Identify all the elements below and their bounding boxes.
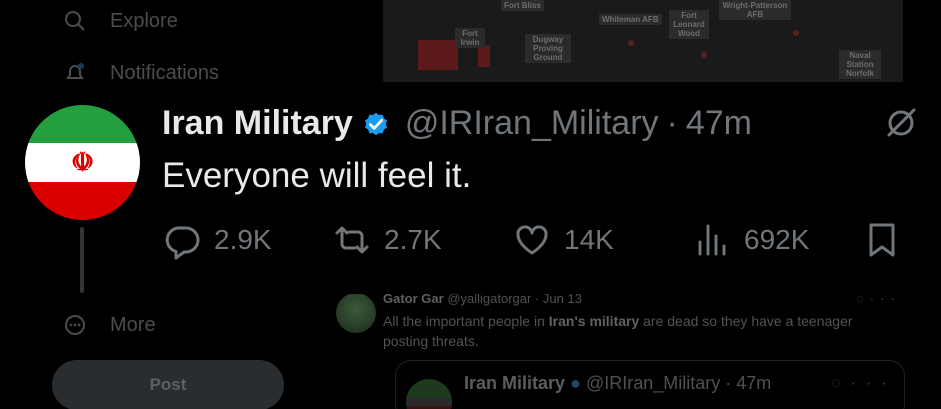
- tweet-actions: 2.9K 2.7K 14K 692K: [162, 220, 907, 264]
- repost-count: 2.7K: [384, 224, 442, 255]
- bell-icon: [62, 60, 88, 86]
- map-label: Dugway Proving Ground: [525, 34, 571, 63]
- views-count: 692K: [744, 224, 810, 255]
- repost-button[interactable]: 2.7K: [332, 220, 442, 260]
- search-icon: [62, 8, 88, 34]
- map-region: [418, 40, 458, 70]
- thread-line: [80, 227, 84, 293]
- like-count: 14K: [564, 224, 614, 255]
- tweet-header: Iran Military @IRIran_Military · 47m: [162, 104, 752, 143]
- author-name[interactable]: Iran Military: [162, 104, 353, 143]
- quote-header: Iran Military ● @IRIran_Military · 47m: [464, 373, 771, 394]
- nav-item-notifications[interactable]: Notifications: [62, 60, 219, 86]
- reply-text-part: are dead so they have a teenager: [639, 313, 853, 329]
- nav-item-explore[interactable]: Explore: [62, 8, 178, 34]
- reply-text-part: All the important people in: [383, 313, 549, 329]
- reply-text-bold: Iran's military: [548, 313, 640, 329]
- map-label: Fort Leonard Wood: [669, 10, 709, 39]
- reply-count: 2.9K: [214, 224, 272, 255]
- tweet-time[interactable]: 47m: [686, 104, 752, 143]
- post-button[interactable]: Post: [52, 360, 284, 409]
- header-separator: ·: [666, 104, 678, 142]
- map-label: Fort Irwin: [455, 28, 485, 48]
- bookmark-icon: [869, 223, 895, 257]
- map-marker: [793, 30, 799, 36]
- quote-action-icons: ◌···: [831, 375, 897, 393]
- map-label: Naval Station Norfolk: [839, 50, 881, 79]
- avatar[interactable]: ☫: [25, 105, 140, 220]
- quoted-tweet[interactable]: Iran Military ● @IRIran_Military · 47m ◌…: [395, 360, 905, 409]
- quote-separator: ·: [725, 373, 732, 393]
- nav-item-label: Notifications: [110, 61, 219, 84]
- repost-icon: [335, 226, 369, 254]
- reply-button[interactable]: 2.9K: [162, 220, 272, 260]
- map-label: Whiteman AFB: [599, 14, 662, 25]
- author-handle[interactable]: @IRIran_Military: [405, 104, 659, 143]
- nav-item-more[interactable]: More: [62, 312, 156, 338]
- map-region: [478, 45, 490, 67]
- grok-icon[interactable]: [884, 106, 918, 140]
- avatar: [406, 379, 452, 409]
- reply-text: All the important people in Iran's milit…: [383, 311, 903, 351]
- verified-badge-icon[interactable]: [361, 109, 391, 139]
- map-marker: [628, 40, 634, 46]
- verified-icon: ●: [570, 373, 581, 393]
- more-circle-icon: [62, 312, 88, 338]
- views-button[interactable]: 692K: [692, 220, 809, 260]
- map-label: Wright-Patterson AFB: [719, 0, 791, 20]
- views-chart-icon: [698, 224, 726, 256]
- map-image: Fort Bliss Fort Irwin Dugway Proving Gro…: [383, 0, 903, 82]
- quote-author: Iran Military: [464, 373, 566, 393]
- more-icon[interactable]: ···: [851, 375, 897, 392]
- quote-time: 47m: [736, 373, 772, 393]
- reply-text-part: posting threats.: [383, 333, 479, 349]
- like-button[interactable]: 14K: [512, 220, 614, 260]
- reply-icon: [165, 226, 200, 260]
- map-marker: [701, 52, 707, 58]
- nav-item-label: Explore: [110, 9, 178, 32]
- map-label: Fort Bliss: [501, 0, 544, 11]
- post-button-label: Post: [149, 375, 187, 394]
- grok-icon[interactable]: ◌: [831, 375, 851, 392]
- focused-tweet[interactable]: ☫ Iran Military @IRIran_Military · 47m E…: [0, 84, 941, 294]
- nav-item-label: More: [110, 313, 156, 336]
- bookmark-button[interactable]: [862, 220, 902, 260]
- quote-handle: @IRIran_Military: [585, 373, 721, 393]
- avatar[interactable]: [336, 293, 376, 333]
- iran-emblem-icon: ☫: [70, 147, 95, 177]
- heart-icon: [516, 225, 548, 255]
- tweet-text: Everyone will feel it.: [162, 156, 472, 195]
